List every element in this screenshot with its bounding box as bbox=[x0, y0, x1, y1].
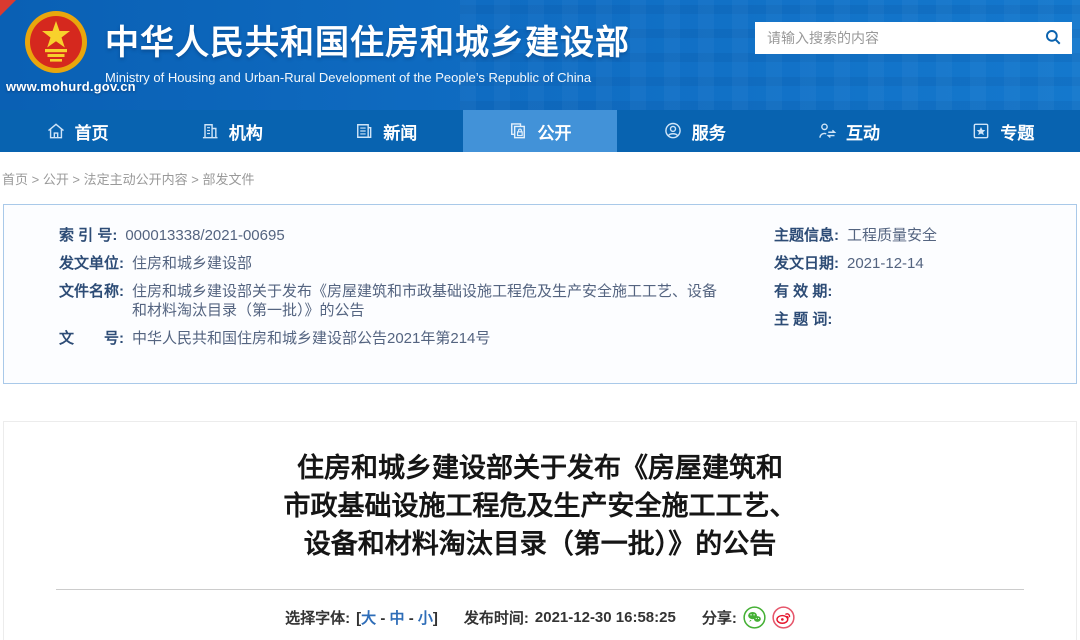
search-input[interactable] bbox=[755, 22, 1034, 54]
corner-ribbon bbox=[0, 0, 16, 16]
wechat-share-icon[interactable] bbox=[743, 606, 766, 629]
article-box: 住房和城乡建设部关于发布《房屋建筑和 市政基础设施工程危及生产安全施工工艺、 设… bbox=[3, 421, 1077, 640]
doc-info-row-issuing-unit: 发文单位: 住房和城乡建设部 bbox=[59, 254, 719, 273]
doc-value: 000013338/2021-00695 bbox=[125, 226, 284, 245]
doc-info-row-document-name: 文件名称: 住房和城乡建设部关于发布《房屋建筑和市政基础设施工程危及生产安全施工… bbox=[59, 282, 719, 320]
search-button[interactable] bbox=[1034, 22, 1072, 54]
title-divider bbox=[56, 589, 1024, 590]
article-title-line: 设备和材料淘汰目录（第一批）》的公告 bbox=[220, 525, 860, 563]
site-title-en: Ministry of Housing and Urban-Rural Deve… bbox=[105, 70, 630, 85]
doc-label: 主 题 词: bbox=[774, 310, 832, 329]
home-icon bbox=[46, 121, 66, 141]
publish-time-value: 2021-12-30 16:58:25 bbox=[535, 609, 676, 626]
doc-value: 住房和城乡建设部关于发布《房屋建筑和市政基础设施工程危及生产安全施工工艺、设备和… bbox=[132, 282, 719, 320]
article-title-line: 市政基础设施工程危及生产安全施工工艺、 bbox=[220, 487, 860, 525]
nav-item-organization[interactable]: 机构 bbox=[154, 110, 308, 152]
breadcrumb[interactable]: 首页 > 公开 > 法定主动公开内容 > 部发文件 bbox=[0, 152, 1080, 204]
doc-value: 中华人民共和国住房和城乡建设部公告2021年第214号 bbox=[132, 329, 490, 348]
topics-icon bbox=[971, 121, 991, 141]
nav-item-topics[interactable]: 专题 bbox=[926, 110, 1080, 152]
main-nav: 首页 机构 新闻 公开 bbox=[0, 110, 1080, 152]
nav-label: 首页 bbox=[75, 119, 109, 144]
nav-label: 机构 bbox=[229, 119, 263, 144]
national-emblem-icon bbox=[22, 9, 90, 82]
share-label: 分享: bbox=[702, 607, 737, 628]
font-size-small-link[interactable]: 小 bbox=[418, 610, 433, 627]
doc-info-row-index-number: 索 引 号: 000013338/2021-00695 bbox=[59, 226, 719, 245]
doc-value: 工程质量安全 bbox=[847, 226, 937, 245]
doc-info-row-keywords: 主 题 词: bbox=[774, 310, 1058, 329]
nav-label: 专题 bbox=[1000, 119, 1034, 144]
doc-info-left-column: 索 引 号: 000013338/2021-00695 发文单位: 住房和城乡建… bbox=[59, 226, 719, 383]
share-bar: 分享: bbox=[702, 606, 795, 629]
service-icon bbox=[663, 121, 683, 141]
doc-info-row-validity: 有 效 期: bbox=[774, 282, 1058, 301]
news-icon bbox=[354, 121, 374, 141]
nav-label: 新闻 bbox=[383, 119, 417, 144]
interaction-icon bbox=[817, 121, 837, 141]
search-box bbox=[755, 22, 1072, 54]
doc-label: 有 效 期: bbox=[774, 282, 832, 301]
bracket: ] bbox=[433, 610, 438, 627]
article-meta-bar: 选择字体: [大 - 中 - 小] 发布时间: 2021-12-30 16:58… bbox=[4, 606, 1076, 629]
doc-info-row-issue-date: 发文日期: 2021-12-14 bbox=[774, 254, 1058, 273]
doc-label: 文 号: bbox=[59, 329, 124, 348]
article-title: 住房和城乡建设部关于发布《房屋建筑和 市政基础设施工程危及生产安全施工工艺、 设… bbox=[220, 449, 860, 563]
nav-item-interaction[interactable]: 互动 bbox=[771, 110, 925, 152]
nav-label: 公开 bbox=[537, 119, 571, 144]
disclosure-icon bbox=[508, 121, 528, 141]
separator: - bbox=[376, 610, 389, 627]
font-size-medium-link[interactable]: 中 bbox=[390, 610, 405, 627]
doc-info-row-topic-info: 主题信息: 工程质量安全 bbox=[774, 226, 1058, 245]
publish-time-label: 发布时间: bbox=[464, 607, 529, 628]
doc-value: 2021-12-14 bbox=[847, 254, 924, 273]
nav-label: 互动 bbox=[846, 119, 880, 144]
doc-value: 住房和城乡建设部 bbox=[132, 254, 252, 273]
site-title-cn: 中华人民共和国住房和城乡建设部 bbox=[105, 15, 630, 64]
doc-label: 发文单位: bbox=[59, 254, 124, 273]
doc-info-row-document-number: 文 号: 中华人民共和国住房和城乡建设部公告2021年第214号 bbox=[59, 329, 719, 348]
document-info-box: 索 引 号: 000013338/2021-00695 发文单位: 住房和城乡建… bbox=[3, 204, 1077, 384]
font-selector-label: 选择字体: bbox=[285, 607, 350, 628]
doc-label: 发文日期: bbox=[774, 254, 839, 273]
nav-item-home[interactable]: 首页 bbox=[0, 110, 154, 152]
section-gap bbox=[0, 384, 1080, 421]
nav-item-news[interactable]: 新闻 bbox=[309, 110, 463, 152]
site-header: www.mohurd.gov.cn 中华人民共和国住房和城乡建设部 Minist… bbox=[0, 0, 1080, 110]
weibo-share-icon[interactable] bbox=[772, 606, 795, 629]
font-size-selector: [大 - 中 - 小] bbox=[356, 607, 438, 628]
search-icon bbox=[1044, 28, 1062, 49]
doc-label: 文件名称: bbox=[59, 282, 124, 320]
nav-label: 服务 bbox=[692, 119, 726, 144]
nav-item-service[interactable]: 服务 bbox=[617, 110, 771, 152]
doc-label: 索 引 号: bbox=[59, 226, 117, 245]
doc-info-right-column: 主题信息: 工程质量安全 发文日期: 2021-12-14 有 效 期: 主 题… bbox=[719, 226, 1058, 383]
doc-label: 主题信息: bbox=[774, 226, 839, 245]
article-title-line: 住房和城乡建设部关于发布《房屋建筑和 bbox=[220, 449, 860, 487]
nav-item-disclosure[interactable]: 公开 bbox=[463, 110, 617, 152]
separator: - bbox=[405, 610, 418, 627]
organization-icon bbox=[200, 121, 220, 141]
font-size-large-link[interactable]: 大 bbox=[361, 610, 376, 627]
